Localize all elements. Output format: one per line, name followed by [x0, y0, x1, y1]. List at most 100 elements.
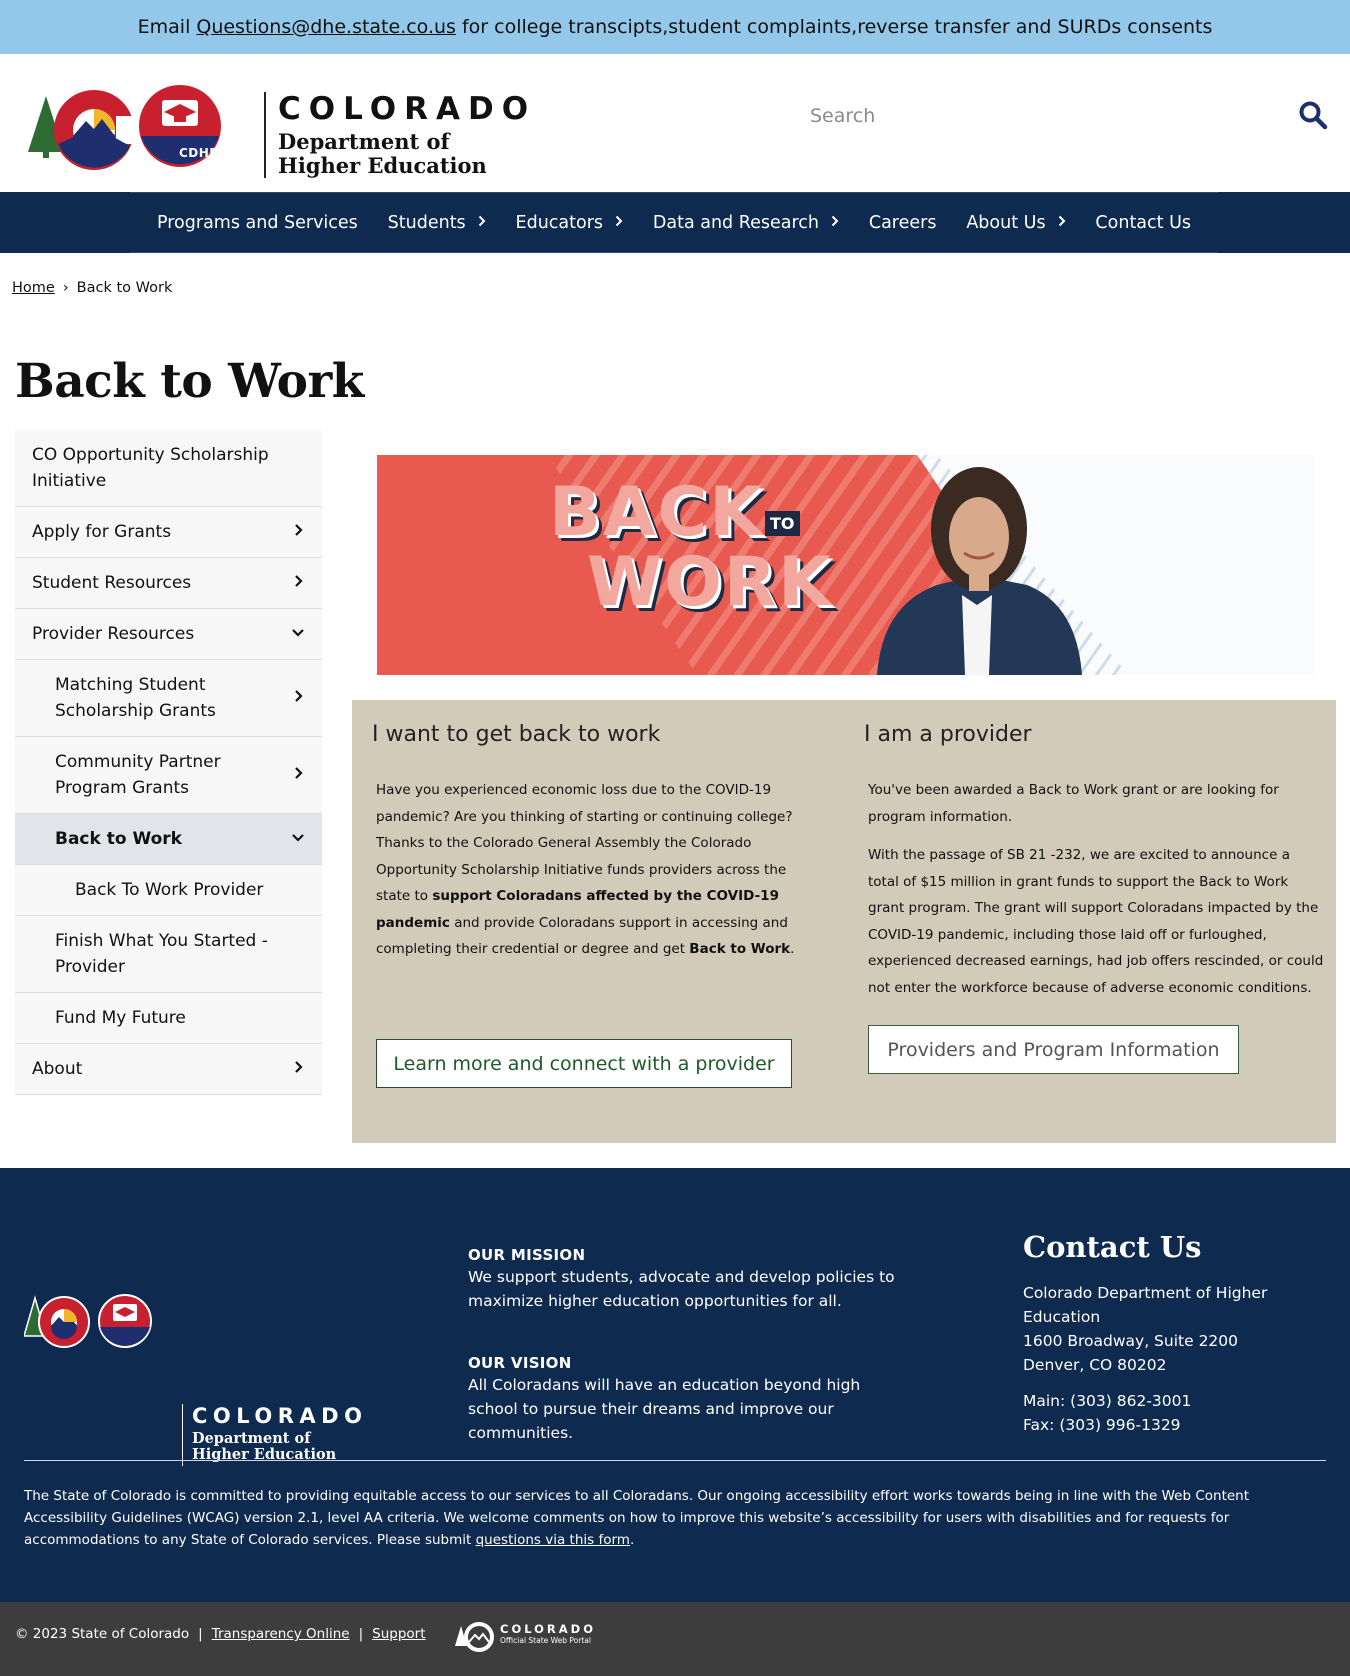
- main-nav: Programs and Services Students Educators Da…: [0, 192, 1350, 253]
- chevron-right-icon[interactable]: [294, 570, 304, 596]
- sidebar-item-label: Back To Work Provider: [75, 880, 264, 900]
- sidebar-item-student-resources[interactable]: Student Resources: [15, 558, 322, 609]
- provider-paragraph-1: You've been awarded a Back to Work grant…: [868, 782, 1279, 825]
- chevron-right-icon[interactable]: [294, 1056, 304, 1082]
- page-title: Back to Work: [15, 354, 364, 409]
- mission-text: We support students, advocate and develo…: [468, 1268, 895, 1310]
- portal-text: COLORADO Official State Web Portal: [500, 1622, 596, 1646]
- sidebar-item-provider-resources[interactable]: Provider Resources: [15, 609, 322, 660]
- footer-divider: [24, 1460, 1326, 1461]
- hero-word-work: WORK: [587, 543, 833, 622]
- alert-email-link[interactable]: Questions@dhe.state.co.us: [196, 16, 456, 38]
- accessibility-form-link[interactable]: questions via this form: [476, 1532, 630, 1548]
- sidebar-item-matching-student-scholarship-grants[interactable]: Matching Student Scholarship Grants: [15, 660, 322, 737]
- legal-links: © 2023 State of Colorado | Transparency …: [15, 1626, 426, 1642]
- contact-block: Contact Us Colorado Department of Higher…: [1023, 1230, 1343, 1437]
- student-paragraph: Have you experienced economic loss due t…: [376, 782, 795, 957]
- hero-word-to: TO: [765, 511, 800, 536]
- sidebar-item-community-partner-program-grants[interactable]: Community Partner Program Grants: [15, 737, 322, 814]
- sidebar-item-label: Back to Work: [55, 829, 182, 849]
- site-header: CDHE COLORADO Department of Higher Educa…: [0, 54, 1350, 192]
- nav-item-data-and-research[interactable]: Data and Research: [653, 213, 839, 233]
- colorado-portal-icon: [455, 1622, 494, 1652]
- provider-column: I am a provider You've been awarded a Ba…: [864, 722, 1324, 1001]
- footer-colorado-logo-icon: [23, 1294, 152, 1348]
- provider-paragraph-2: With the passage of SB 21 -232, we are e…: [868, 847, 1324, 996]
- legal-separator: |: [358, 1626, 364, 1642]
- search-bar: [810, 94, 1330, 138]
- chevron-right-icon[interactable]: [294, 762, 304, 788]
- providers-program-information-button[interactable]: Providers and Program Information: [868, 1025, 1239, 1074]
- legal-separator: |: [198, 1626, 203, 1642]
- sidebar-item-about[interactable]: About: [15, 1044, 322, 1095]
- alert-banner: Email Questions@dhe.state.co.us for coll…: [0, 0, 1350, 54]
- student-column: I want to get back to work Have you expe…: [372, 722, 812, 963]
- nav-item-label: About Us: [966, 212, 1046, 233]
- sidebar-item-co-opportunity-scholarship-initiative[interactable]: CO Opportunity Scholarship Initiative: [15, 430, 322, 507]
- wordmark: COLORADO Department of Higher Education: [264, 92, 536, 178]
- sidebar-item-label: Apply for Grants: [32, 522, 172, 542]
- sidebar-item-finish-what-you-started-provider[interactable]: Finish What You Started - Provider: [15, 916, 322, 993]
- site-footer: COLORADO Department of Higher Education …: [0, 1168, 1350, 1602]
- sidebar-item-apply-for-grants[interactable]: Apply for Grants: [15, 507, 322, 558]
- chevron-right-icon[interactable]: [831, 215, 839, 231]
- hero-graphic: [377, 455, 1314, 675]
- sidebar-item-back-to-work-provider[interactable]: Back To Work Provider: [15, 865, 322, 916]
- chevron-down-icon[interactable]: [292, 826, 304, 852]
- sidebar-item-label: About: [32, 1059, 83, 1079]
- search-icon[interactable]: [1298, 100, 1330, 132]
- nav-item-label: Careers: [868, 212, 937, 233]
- sidebar-item-back-to-work[interactable]: Back to Work: [15, 814, 322, 865]
- chevron-right-icon[interactable]: [294, 685, 304, 711]
- vision-block: OUR VISION All Coloradans will have an e…: [468, 1354, 908, 1445]
- nav-item-contact-us[interactable]: Contact Us: [1095, 213, 1191, 233]
- breadcrumb-separator: ›: [62, 280, 69, 296]
- nav-item-label: Programs and Services: [157, 212, 358, 233]
- contact-org: Colorado Department of Higher Education: [1023, 1284, 1268, 1326]
- chevron-right-icon[interactable]: [478, 215, 486, 231]
- contact-main-phone[interactable]: Main: (303) 862-3001: [1023, 1389, 1343, 1413]
- portal-name: COLORADO: [500, 1622, 596, 1636]
- nav-item-label: Data and Research: [652, 212, 819, 233]
- accessibility-statement: The State of Colorado is committed to pr…: [24, 1488, 1250, 1548]
- sidebar-item-label: Finish What You Started - Provider: [55, 931, 268, 977]
- breadcrumb-home-link[interactable]: Home: [12, 280, 55, 296]
- provider-heading: I am a provider: [864, 722, 1032, 747]
- cdhe-logo[interactable]: CDHE COLORADO Department of Higher Educa…: [28, 74, 528, 178]
- footer-logo[interactable]: COLORADO Department of Higher Education: [23, 1286, 362, 1466]
- breadcrumb: Home › Back to Work: [12, 280, 172, 296]
- sidebar-item-label: CO Opportunity Scholarship Initiative: [32, 445, 269, 491]
- sidebar-item-label: Matching Student Scholarship Grants: [55, 675, 216, 721]
- back-to-work-hero-banner: BACK TO WORK: [377, 455, 1314, 675]
- contact-city: Denver, CO 80202: [1023, 1356, 1167, 1374]
- nav-item-programs-and-services[interactable]: Programs and Services: [157, 213, 358, 233]
- contact-street: 1600 Broadway, Suite 2200: [1023, 1332, 1239, 1350]
- nav-item-label: Educators: [515, 212, 604, 233]
- chevron-right-icon[interactable]: [615, 215, 623, 231]
- chevron-down-icon[interactable]: [292, 621, 304, 647]
- hero-word-back: BACK: [549, 473, 765, 552]
- vision-text: All Coloradans will have an education be…: [468, 1376, 861, 1442]
- chevron-right-icon[interactable]: [294, 519, 304, 545]
- learn-more-connect-provider-button[interactable]: Learn more and connect with a provider: [376, 1039, 792, 1088]
- nav-item-students[interactable]: Students: [388, 213, 486, 233]
- sidebar-nav: CO Opportunity Scholarship Initiative Ap…: [15, 430, 322, 1095]
- nav-item-careers[interactable]: Careers: [869, 213, 937, 233]
- sidebar-item-label: Provider Resources: [32, 624, 195, 644]
- search-input[interactable]: [810, 105, 1270, 127]
- sidebar-item-fund-my-future[interactable]: Fund My Future: [15, 993, 322, 1044]
- mission-block: OUR MISSION We support students, advocat…: [468, 1246, 908, 1313]
- footer-bottom-bar: © 2023 State of Colorado | Transparency …: [0, 1602, 1350, 1676]
- wordmark-dept-line1: Department of: [278, 129, 450, 154]
- contact-heading: Contact Us: [1023, 1230, 1202, 1264]
- chevron-right-icon[interactable]: [1058, 215, 1066, 231]
- colorado-official-portal-logo[interactable]: COLORADO Official State Web Portal: [455, 1620, 605, 1654]
- copyright: © 2023 State of Colorado: [15, 1626, 190, 1642]
- transparency-online-link[interactable]: Transparency Online: [212, 1626, 350, 1642]
- main-nav-list: Programs and Services Students Educators Da…: [130, 192, 1218, 253]
- portal-subtitle: Official State Web Portal: [500, 1636, 591, 1645]
- nav-item-about-us[interactable]: About Us: [966, 213, 1065, 233]
- nav-item-educators[interactable]: Educators: [516, 213, 623, 233]
- support-link[interactable]: Support: [372, 1626, 425, 1642]
- alert-text: for college transcipts,student complaint…: [461, 16, 1213, 38]
